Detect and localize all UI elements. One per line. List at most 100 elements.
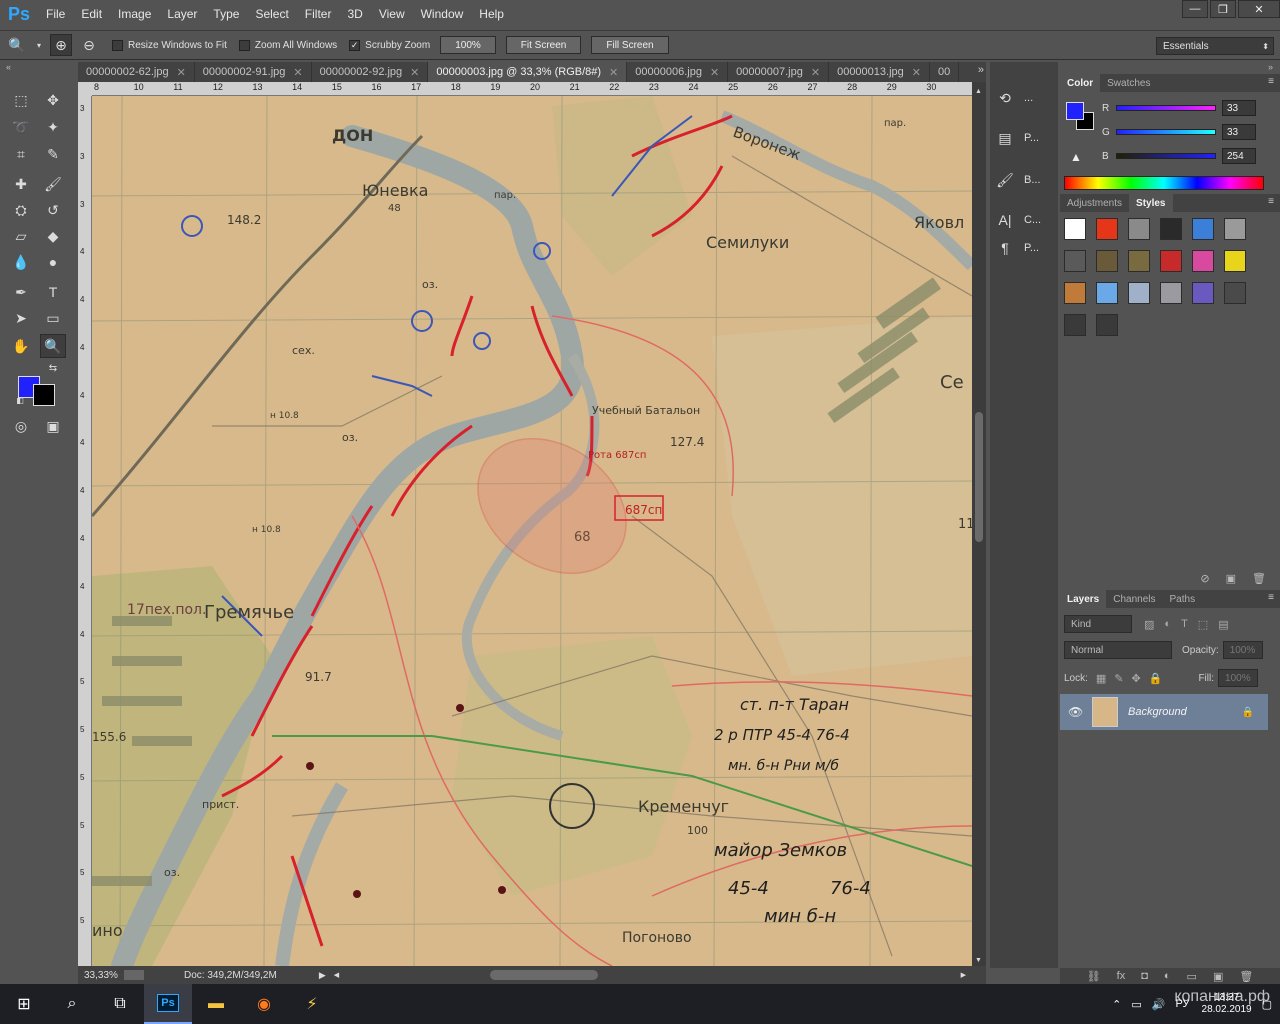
green-slider[interactable] (1116, 129, 1216, 135)
gamut-warning-icon[interactable]: ▲ (1070, 150, 1082, 164)
close-tab-icon[interactable]: ✕ (177, 66, 186, 79)
filter-type-icon[interactable]: T (1181, 618, 1188, 630)
new-group-icon[interactable]: ▭ (1187, 970, 1197, 983)
style-swatch[interactable] (1096, 282, 1118, 304)
menu-edit[interactable]: Edit (73, 0, 110, 28)
tab-document[interactable]: 00000002-91.jpg ✕ (195, 62, 312, 82)
restore-button[interactable]: ❐ (1210, 0, 1236, 18)
menu-help[interactable]: Help (471, 0, 512, 28)
fill-screen-button[interactable]: Fill Screen (591, 36, 669, 54)
tab-channels[interactable]: Channels (1106, 590, 1162, 608)
add-mask-icon[interactable]: ◘ (1141, 970, 1148, 982)
tab-layers[interactable]: Layers (1060, 590, 1107, 608)
link-layers-icon[interactable]: ⛓ (1087, 970, 1101, 983)
visibility-eye-icon[interactable]: 👁 (1068, 705, 1083, 719)
marquee-tool-icon[interactable]: ⬚ (8, 88, 34, 112)
blue-slider[interactable] (1116, 153, 1216, 159)
zoom-tool-icon[interactable]: 🔍 (6, 34, 28, 56)
menu-view[interactable]: View (371, 0, 413, 28)
swap-colors-icon[interactable]: ⇆ (46, 362, 60, 374)
red-value[interactable]: 33 (1222, 100, 1256, 116)
dodge-tool-icon[interactable]: ● (40, 250, 66, 274)
pen-tool-icon[interactable]: ✒ (8, 280, 34, 304)
filter-smart-object-icon[interactable]: ▤ (1218, 618, 1228, 631)
style-swatch[interactable] (1224, 218, 1246, 240)
close-tab-icon[interactable]: ✕ (410, 66, 419, 79)
paint-bucket-icon[interactable]: ◆ (40, 224, 66, 248)
panel-menu-icon[interactable]: ≡ (1268, 76, 1274, 87)
magic-wand-icon[interactable]: ✦ (40, 115, 66, 139)
app-taskbar-icon[interactable]: ⚡ (288, 984, 336, 1024)
layer-style-icon[interactable]: fx (1117, 970, 1126, 982)
layer-row-background[interactable]: 👁 Background 🔒 (1060, 694, 1268, 730)
kind-filter-select[interactable]: Kind (1064, 615, 1132, 633)
document-canvas[interactable]: ДОН Юневка 48 пар. Воронеж Семилуки Яков… (92, 96, 972, 966)
file-explorer-icon[interactable]: ▬ (192, 984, 240, 1024)
style-swatch[interactable] (1064, 218, 1086, 240)
rectangle-tool-icon[interactable]: ▭ (40, 306, 66, 330)
close-tab-icon[interactable]: ✕ (293, 66, 302, 79)
new-layer-icon[interactable]: ▣ (1213, 970, 1223, 983)
tab-color[interactable]: Color (1060, 74, 1101, 92)
close-tab-icon[interactable]: ✕ (710, 66, 719, 79)
style-swatch[interactable] (1192, 282, 1214, 304)
style-swatch[interactable] (1096, 218, 1118, 240)
zoom-readout[interactable]: 33,33% (84, 970, 120, 981)
background-color-swatch[interactable] (33, 384, 55, 406)
lock-position-icon[interactable]: ✥ (1132, 672, 1141, 685)
tray-chevron-up-icon[interactable]: ⌃ (1112, 998, 1121, 1011)
type-tool-icon[interactable]: T (40, 280, 66, 304)
zoom-out-icon[interactable]: ⊖ (78, 34, 100, 56)
close-tab-icon[interactable]: ✕ (912, 66, 921, 79)
scroll-down-icon[interactable]: ▼ (975, 957, 982, 964)
eraser-tool-icon[interactable]: ▱ (8, 224, 34, 248)
menu-select[interactable]: Select (247, 0, 296, 28)
fg-color-chip[interactable] (1066, 102, 1084, 120)
blend-mode-select[interactable]: Normal (1064, 641, 1172, 659)
menu-layer[interactable]: Layer (159, 0, 205, 28)
quick-mask-icon[interactable]: ◎ (8, 414, 34, 438)
panel-menu-icon[interactable]: ≡ (1268, 592, 1274, 603)
task-view-icon[interactable]: ⧉ (96, 984, 144, 1024)
menu-file[interactable]: File (38, 0, 73, 28)
style-swatch[interactable] (1224, 282, 1246, 304)
style-swatch[interactable] (1096, 250, 1118, 272)
tab-document[interactable]: 00000013.jpg ✕ (829, 62, 930, 82)
path-selection-icon[interactable]: ➤ (8, 306, 34, 330)
dock-properties[interactable]: ▤ P... (994, 126, 1054, 150)
new-style-icon[interactable]: ▣ (1226, 572, 1236, 590)
clear-style-icon[interactable]: ⊘ (1200, 572, 1209, 590)
tab-document[interactable]: 00000007.jpg ✕ (728, 62, 830, 82)
fit-screen-button[interactable]: Fit Screen (505, 36, 582, 54)
brush-tool-icon[interactable]: 🖌 (40, 172, 66, 196)
red-slider[interactable] (1116, 105, 1216, 111)
zoom-tool-active-icon[interactable]: 🔍 (40, 334, 66, 358)
hand-tool-icon[interactable]: ✋ (8, 334, 34, 358)
blur-tool-icon[interactable]: 💧 (8, 250, 34, 274)
default-colors-icon[interactable]: ◧ (14, 394, 26, 406)
style-swatch[interactable] (1160, 282, 1182, 304)
crop-tool-icon[interactable]: ⌗ (8, 142, 34, 166)
notification-icon[interactable]: ▭ (1131, 998, 1141, 1011)
filter-shape-icon[interactable]: ⬚ (1198, 618, 1208, 631)
tab-adjustments[interactable]: Adjustments (1060, 194, 1129, 212)
tab-document[interactable]: 00000002-92.jpg ✕ (312, 62, 429, 82)
opacity-input[interactable]: 100% (1222, 641, 1263, 659)
minimize-button[interactable]: — (1182, 0, 1208, 18)
delete-style-icon[interactable]: 🗑 (1252, 572, 1266, 590)
scroll-thumb[interactable] (975, 412, 983, 542)
tab-document[interactable]: 00000002-62.jpg ✕ (78, 62, 195, 82)
menu-filter[interactable]: Filter (297, 0, 340, 28)
green-value[interactable]: 33 (1222, 124, 1256, 140)
start-windows-icon[interactable]: ⊞ (0, 984, 48, 1024)
history-brush-icon[interactable]: ↺ (40, 198, 66, 222)
collapse-panels-icon[interactable]: » (1268, 62, 1273, 72)
style-swatch[interactable] (1160, 250, 1182, 272)
style-swatch[interactable] (1064, 250, 1086, 272)
style-swatch[interactable] (1128, 282, 1150, 304)
tab-styles[interactable]: Styles (1129, 194, 1173, 212)
search-icon[interactable]: ⌕ (48, 984, 96, 1024)
horizontal-scroll-thumb[interactable] (490, 970, 598, 980)
volume-icon[interactable]: 🔊 (1152, 998, 1166, 1011)
dock-paragraph[interactable]: ¶ P... (994, 236, 1054, 260)
